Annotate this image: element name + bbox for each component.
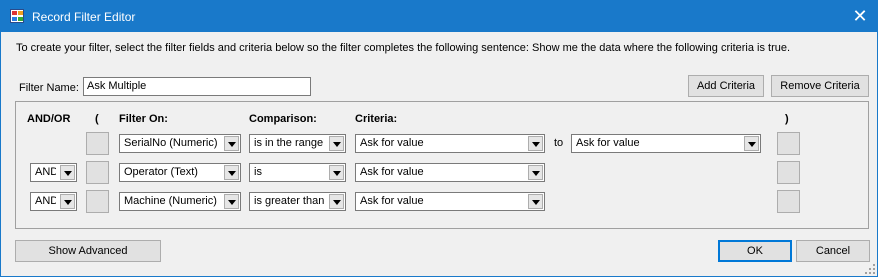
comparison-select[interactable]: is greater than o <box>249 192 346 211</box>
criteria-select[interactable]: Ask for value <box>355 192 545 211</box>
close-paren-header: ) <box>785 113 789 125</box>
chevron-down-icon <box>60 194 75 209</box>
comparison-header: Comparison: <box>249 113 317 125</box>
chevron-down-icon <box>329 194 344 209</box>
range-to-label: to <box>554 137 564 149</box>
filter-field-select[interactable]: Machine (Numeric) <box>119 192 241 211</box>
close-icon[interactable]: ✕ <box>843 1 877 32</box>
filter-field-select[interactable]: SerialNo (Numeric) <box>119 134 241 153</box>
andor-select[interactable]: AND <box>30 163 77 182</box>
chevron-down-icon <box>744 136 759 151</box>
ok-button[interactable]: OK <box>718 240 792 262</box>
comparison-select[interactable]: is <box>249 163 346 182</box>
filter-on-header: Filter On: <box>119 113 168 125</box>
close-paren-toggle[interactable] <box>777 132 800 155</box>
instruction-text: To create your filter, select the filter… <box>16 42 791 54</box>
show-advanced-button[interactable]: Show Advanced <box>15 240 161 262</box>
andor-header: AND/OR <box>27 113 71 125</box>
chevron-down-icon <box>528 194 543 209</box>
open-paren-header: ( <box>95 113 99 125</box>
comparison-select[interactable]: is in the range <box>249 134 346 153</box>
filter-name-input[interactable]: Ask Multiple <box>83 77 311 96</box>
open-paren-toggle[interactable] <box>86 161 109 184</box>
criteria-header: Criteria: <box>355 113 398 125</box>
criteria-select[interactable]: Ask for value <box>355 134 545 153</box>
resize-grip-icon[interactable] <box>865 264 875 274</box>
window-title: Record Filter Editor <box>32 10 136 24</box>
record-filter-editor-window: Record Filter Editor ✕ To create your fi… <box>0 0 878 277</box>
chevron-down-icon <box>528 136 543 151</box>
title-bar: Record Filter Editor ✕ <box>1 1 877 32</box>
chevron-down-icon <box>329 136 344 151</box>
chevron-down-icon <box>329 165 344 180</box>
filter-name-label: Filter Name: <box>19 82 79 94</box>
chevron-down-icon <box>224 165 239 180</box>
chevron-down-icon <box>224 136 239 151</box>
criteria-select[interactable]: Ask for value <box>355 163 545 182</box>
cancel-button[interactable]: Cancel <box>796 240 870 262</box>
close-paren-toggle[interactable] <box>777 161 800 184</box>
andor-select[interactable]: AND <box>30 192 77 211</box>
close-paren-toggle[interactable] <box>777 190 800 213</box>
app-icon <box>10 9 24 23</box>
add-criteria-button[interactable]: Add Criteria <box>688 75 764 97</box>
chevron-down-icon <box>224 194 239 209</box>
open-paren-toggle[interactable] <box>86 190 109 213</box>
filter-field-select[interactable]: Operator (Text) <box>119 163 241 182</box>
chevron-down-icon <box>528 165 543 180</box>
chevron-down-icon <box>60 165 75 180</box>
open-paren-toggle[interactable] <box>86 132 109 155</box>
remove-criteria-button[interactable]: Remove Criteria <box>771 75 869 97</box>
criteria-max-select[interactable]: Ask for value <box>571 134 761 153</box>
